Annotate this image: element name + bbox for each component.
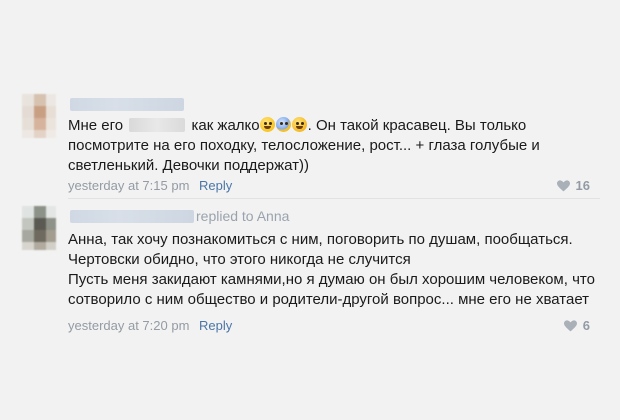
- comment-timestamp[interactable]: yesterday at 7:15 pm: [68, 178, 189, 193]
- comment-text-line: сотворило с ним общество и родители-друг…: [68, 291, 590, 308]
- redacted-name-blur: [129, 118, 186, 132]
- divider: [68, 198, 600, 199]
- author-name-redacted[interactable]: [70, 210, 194, 223]
- crying-emoji-icon: [291, 117, 307, 132]
- comment-text-part: как жалко: [191, 117, 260, 134]
- grinning-sweat-emoji-icon: [259, 117, 275, 132]
- comment-meta: yesterday at 7:20 pm Reply: [68, 318, 232, 333]
- fearful-emoji-icon: [275, 117, 291, 132]
- like-count: 6: [582, 318, 590, 333]
- comment-text-line: посмотрите на его походку, телосложение,…: [68, 137, 540, 154]
- reply-link[interactable]: Reply: [199, 178, 232, 193]
- avatar[interactable]: [22, 206, 56, 250]
- comment-meta: yesterday at 7:15 pm Reply: [68, 178, 232, 193]
- comment-text: Мне его как жалко . Он такой красавец. Вы…: [68, 116, 540, 176]
- author-name-redacted[interactable]: [70, 98, 184, 111]
- comment-text-part: Мне его: [68, 117, 124, 134]
- like-button[interactable]: 16: [556, 178, 590, 193]
- comment-text-line: Чертовски обидно, что этого никогда не с…: [68, 251, 411, 268]
- comments-list: Мне его как жалко . Он такой красавец. Вы…: [0, 0, 620, 420]
- like-button[interactable]: 6: [563, 318, 590, 333]
- comment-text-line: Пусть меня закидают камнями,но я думаю о…: [68, 271, 595, 288]
- replied-to-label[interactable]: replied to Anna: [196, 208, 289, 224]
- heart-icon: [563, 319, 577, 332]
- avatar[interactable]: [22, 94, 56, 138]
- reply-link[interactable]: Reply: [199, 318, 232, 333]
- heart-icon: [556, 179, 570, 192]
- comment-timestamp[interactable]: yesterday at 7:20 pm: [68, 318, 189, 333]
- comment-text: Анна, так хочу познакомиться с ним, пого…: [68, 230, 595, 310]
- comment-text-line: светленький. Девочки поддержат)): [68, 157, 310, 174]
- comment: Мне его как жалко . Он такой красавец. Вы…: [0, 94, 620, 198]
- comment-text-part: . Он такой красавец. Вы только: [307, 117, 527, 134]
- like-count: 16: [575, 178, 590, 193]
- comment-text-line: Анна, так хочу познакомиться с ним, пого…: [68, 231, 573, 248]
- comment: replied to Anna Анна, так хочу познакоми…: [0, 206, 620, 338]
